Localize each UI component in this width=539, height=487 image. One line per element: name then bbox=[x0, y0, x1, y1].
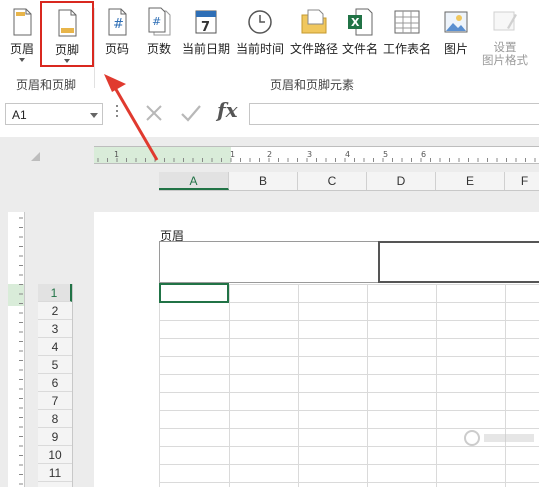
ruler-number: 1 bbox=[230, 150, 235, 159]
group-separator bbox=[94, 8, 95, 88]
chevron-down-icon bbox=[19, 58, 25, 62]
row-header-9[interactable]: 9 bbox=[38, 428, 72, 446]
ruler-ticks bbox=[19, 217, 23, 485]
annotation-arrow bbox=[104, 74, 159, 161]
row-header-10[interactable]: 10 bbox=[38, 446, 72, 464]
column-header-a[interactable]: A bbox=[159, 172, 229, 190]
page-number-button[interactable]: # 页码 bbox=[98, 2, 136, 70]
column-header-b[interactable]: B bbox=[229, 172, 298, 190]
group-label-elements: 页眉和页脚元素 bbox=[270, 78, 355, 92]
chevron-down-icon bbox=[90, 113, 98, 118]
ribbon: 页眉 页脚 # 页码 # 页数 7 当前日期 当前时间 文件路径 X 文件名 工… bbox=[0, 0, 539, 94]
file-name-label: 文件名 bbox=[341, 42, 378, 56]
ruler-number: 6 bbox=[421, 150, 426, 159]
format-picture-label: 设置 图片格式 bbox=[476, 42, 534, 68]
formula-bar: A1 fx bbox=[0, 93, 539, 137]
current-date-label: 当前日期 bbox=[181, 42, 230, 56]
page-number-icon: # bbox=[108, 8, 127, 36]
footer-label: 页脚 bbox=[54, 43, 79, 57]
column-header-e[interactable]: E bbox=[436, 172, 505, 190]
excel-window: 页眉 页脚 # 页码 # 页数 7 当前日期 当前时间 文件路径 X 文件名 工… bbox=[0, 0, 539, 487]
page-count-button[interactable]: # 页数 bbox=[140, 2, 178, 70]
svg-text:X: X bbox=[351, 16, 360, 29]
svg-text:7: 7 bbox=[201, 20, 210, 35]
current-time-label: 当前时间 bbox=[235, 42, 284, 56]
row-header-3[interactable]: 3 bbox=[38, 320, 72, 338]
header-section-left[interactable] bbox=[159, 241, 379, 283]
name-box[interactable]: A1 bbox=[5, 103, 103, 125]
page-count-label: 页数 bbox=[146, 42, 171, 56]
vertical-ruler bbox=[8, 212, 25, 487]
footer-icon bbox=[58, 9, 77, 37]
header-section-center[interactable] bbox=[378, 241, 539, 283]
picture-button[interactable]: 图片 bbox=[436, 2, 476, 70]
name-box-value: A1 bbox=[12, 108, 27, 122]
clock-icon bbox=[248, 10, 272, 34]
cell-grid[interactable] bbox=[159, 284, 539, 487]
file-path-button[interactable]: 文件路径 bbox=[288, 2, 340, 70]
sheet-name-label: 工作表名 bbox=[382, 42, 431, 56]
formula-input[interactable] bbox=[249, 103, 539, 125]
header-button[interactable]: 页眉 bbox=[4, 2, 40, 70]
folder-icon bbox=[301, 9, 327, 34]
format-picture-label-line1: 设置 bbox=[493, 42, 517, 54]
check-icon[interactable] bbox=[179, 102, 203, 124]
excel-file-icon: X bbox=[348, 8, 373, 36]
format-picture-icon bbox=[493, 11, 517, 31]
select-all-corner[interactable] bbox=[31, 152, 40, 161]
row-header-4[interactable]: 4 bbox=[38, 338, 72, 356]
calendar-icon: 7 bbox=[195, 10, 217, 35]
ruler-number: 5 bbox=[383, 150, 388, 159]
row-header-7[interactable]: 7 bbox=[38, 392, 72, 410]
format-picture-button[interactable]: 设置 图片格式 bbox=[476, 2, 534, 70]
insert-function-button[interactable]: fx bbox=[217, 98, 238, 122]
current-date-button[interactable]: 7 当前日期 bbox=[180, 2, 232, 70]
row-header-1[interactable]: 1 bbox=[38, 284, 72, 302]
row-header-8[interactable]: 8 bbox=[38, 410, 72, 428]
file-path-label: 文件路径 bbox=[289, 42, 338, 56]
group-label-header-footer: 页眉和页脚 bbox=[16, 78, 77, 92]
column-headers: ABCDEF bbox=[159, 172, 539, 191]
column-header-d[interactable]: D bbox=[367, 172, 436, 190]
file-name-button[interactable]: X 文件名 bbox=[340, 2, 380, 70]
header-label: 页眉 bbox=[9, 42, 34, 56]
picture-label: 图片 bbox=[443, 42, 468, 56]
sheet-grid-icon bbox=[394, 10, 420, 34]
sheet-name-button[interactable]: 工作表名 bbox=[382, 2, 432, 70]
format-picture-label-line2: 图片格式 bbox=[482, 55, 528, 67]
svg-text:#: # bbox=[152, 15, 161, 28]
row-headers: 1 2 3 4 5 6 7 8 9 10 11 bbox=[38, 284, 73, 487]
row-header-6[interactable]: 6 bbox=[38, 374, 72, 392]
ruler-number: 3 bbox=[307, 150, 312, 159]
picture-icon bbox=[444, 11, 468, 33]
chevron-down-icon bbox=[64, 59, 70, 63]
row-header-2[interactable]: 2 bbox=[38, 302, 72, 320]
row-header-11[interactable]: 11 bbox=[38, 464, 72, 482]
column-header-c[interactable]: C bbox=[298, 172, 367, 190]
current-time-button[interactable]: 当前时间 bbox=[234, 2, 286, 70]
watermark-logo bbox=[464, 430, 534, 446]
svg-text:#: # bbox=[113, 17, 124, 32]
header-icon bbox=[13, 8, 32, 36]
ruler-number: 4 bbox=[345, 150, 350, 159]
footer-button[interactable]: 页脚 bbox=[40, 1, 94, 67]
page-count-icon: # bbox=[148, 7, 171, 36]
active-cell[interactable] bbox=[159, 283, 229, 303]
page-number-label: 页码 bbox=[104, 42, 129, 56]
row-header-5[interactable]: 5 bbox=[38, 356, 72, 374]
column-header-f[interactable]: F bbox=[505, 172, 539, 190]
ruler-number: 2 bbox=[267, 150, 272, 159]
